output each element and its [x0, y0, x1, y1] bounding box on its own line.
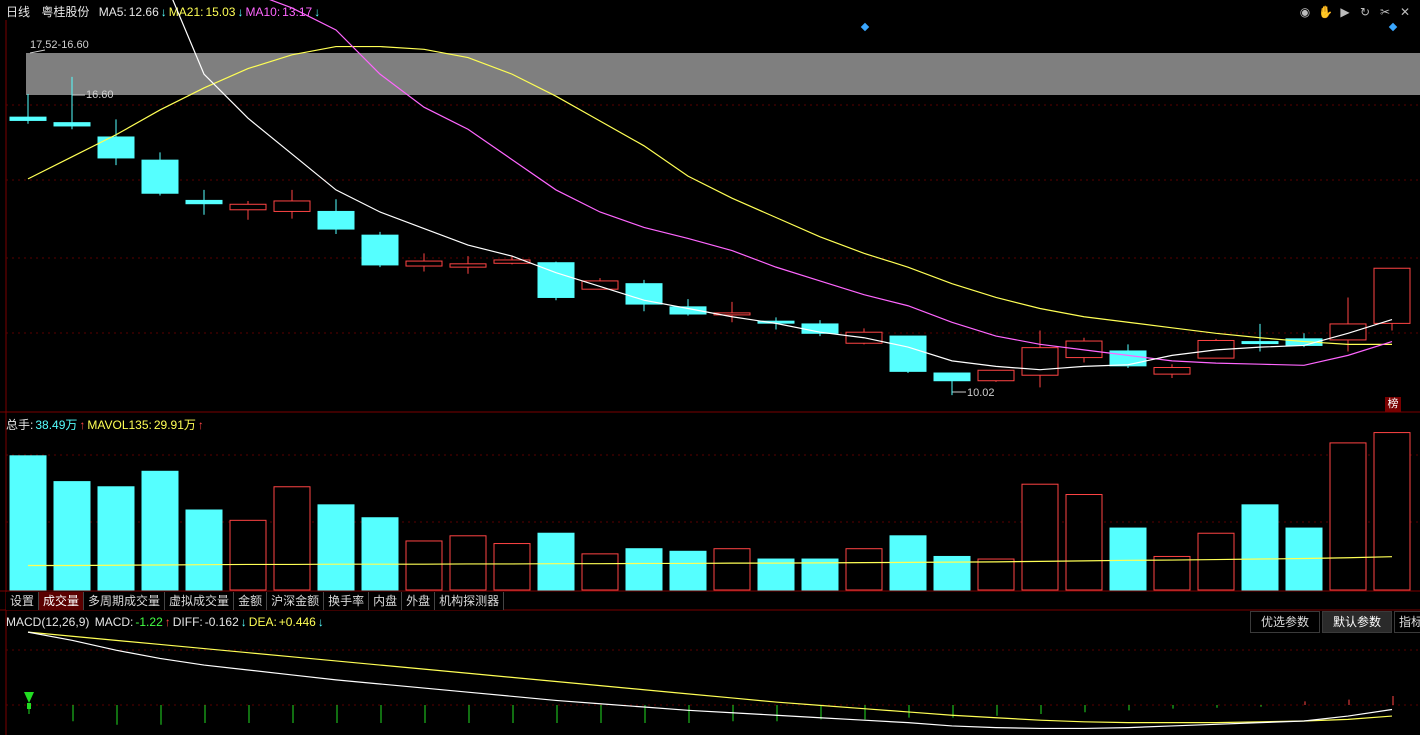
- candle-body: [317, 210, 355, 230]
- volume-bar: [1021, 483, 1059, 591]
- mavol-value: 29.91万: [153, 418, 196, 432]
- candle-body: [273, 200, 311, 212]
- volume-bar: [1241, 504, 1279, 591]
- dif-line: [27, 631, 1393, 730]
- volume-bar: [1065, 494, 1103, 591]
- volume-bar: [537, 532, 575, 591]
- candle-body: [1021, 347, 1059, 376]
- tab-3[interactable]: 虚拟成交量: [165, 592, 235, 610]
- candle-body: [933, 372, 971, 382]
- tab-4[interactable]: 金额: [234, 592, 268, 610]
- candle-body: [1153, 367, 1191, 375]
- high-price-label: 16.60: [86, 89, 114, 101]
- diff-value: -0.162: [204, 615, 239, 629]
- candle-body: [449, 263, 487, 268]
- volume-bar: [449, 535, 487, 591]
- tab-2[interactable]: 多周期成交量: [84, 592, 166, 610]
- candle-body: [53, 122, 91, 127]
- tab-5[interactable]: 沪深金额: [267, 592, 325, 610]
- down-arrow-icon: ↓: [317, 615, 324, 629]
- candle-body: [405, 260, 443, 267]
- signal-arrow-stem: [27, 703, 31, 709]
- mavol-label: MAVOL135:: [87, 418, 152, 432]
- range-label: 17.52-16.60: [30, 39, 89, 51]
- tab-1[interactable]: 成交量: [39, 592, 85, 610]
- volume-bar: [361, 517, 399, 591]
- candle-body: [977, 369, 1015, 382]
- low-price-label: 10.02: [967, 387, 995, 399]
- diamond-marker: [860, 22, 870, 32]
- volume-header: 总手: 38.49万 ↑ MAVOL135: 29.91万 ↑: [6, 417, 206, 433]
- candle-body: [1241, 341, 1279, 345]
- volume-bar: [141, 470, 179, 591]
- volume-bar: [97, 486, 135, 591]
- volume-bar: [9, 455, 47, 591]
- tab-9[interactable]: 机构探测器: [435, 592, 505, 610]
- optimize-params-button[interactable]: 优选参数: [1250, 611, 1321, 633]
- macd-title[interactable]: MACD(12,26,9): [6, 615, 89, 629]
- volume-bar: [1373, 432, 1411, 591]
- candle-body: [889, 335, 927, 372]
- total-volume-value: 38.49万: [35, 418, 78, 432]
- price-panel: [9, 0, 1420, 396]
- volume-bar: [229, 519, 267, 591]
- macd-label: MACD:: [94, 615, 134, 629]
- volume-bar: [405, 540, 443, 591]
- volume-bar: [801, 558, 839, 591]
- ranking-badge[interactable]: 榜: [1385, 397, 1401, 412]
- volume-bar: [977, 558, 1015, 591]
- volume-bar: [53, 481, 91, 591]
- up-arrow-icon: ↑: [164, 615, 171, 629]
- tab-6[interactable]: 换手率: [324, 592, 370, 610]
- candle-body: [361, 234, 399, 266]
- macd-header: MACD(12,26,9) MACD: -1.22 ↑ DIFF: -0.162 ↓ DEA…: [6, 614, 326, 630]
- candle-body: [141, 159, 179, 194]
- tab-7[interactable]: 内盘: [369, 592, 403, 610]
- tab-0[interactable]: 设置: [6, 592, 40, 610]
- volume-bar: [185, 509, 223, 591]
- signal-arrow-icon: [24, 692, 34, 703]
- total-volume-label: 总手:: [6, 418, 34, 432]
- macd-panel: [24, 631, 1394, 730]
- volume-bar: [1153, 555, 1191, 591]
- volume-bar: [1109, 527, 1147, 591]
- candle-body: [1329, 323, 1367, 341]
- volume-bar: [581, 553, 619, 591]
- indicator-button[interactable]: 指标: [1394, 611, 1420, 633]
- volume-bar: [273, 486, 311, 591]
- volume-bar: [493, 543, 531, 591]
- diamond-marker: [1388, 22, 1398, 32]
- volume-bar: [1329, 442, 1367, 591]
- candle-body: [9, 116, 47, 121]
- dea-label: DEA:: [248, 615, 277, 629]
- volume-bar: [845, 548, 883, 591]
- indicator-tabs: 设置 成交量 多周期成交量 虚拟成交量 金额 沪深金额 换手率 内盘 外盘 机构探测器: [6, 592, 505, 610]
- candle-body: [185, 199, 223, 205]
- diff-label: DIFF:: [172, 615, 203, 629]
- down-arrow-icon: ↓: [240, 615, 247, 629]
- default-params-button[interactable]: 默认参数: [1322, 611, 1393, 633]
- volume-panel: [9, 432, 1411, 591]
- candle-body: [97, 136, 135, 159]
- up-arrow-icon: ↑: [197, 418, 204, 432]
- volume-bar: [669, 550, 707, 591]
- candle-body: [229, 203, 267, 211]
- volume-bar: [317, 504, 355, 591]
- dea-line: [27, 631, 1393, 724]
- volume-bar: [625, 548, 663, 591]
- dea-value: +0.446: [278, 615, 316, 629]
- up-arrow-icon: ↑: [79, 418, 86, 432]
- volume-bar: [1197, 532, 1235, 591]
- volume-bar: [713, 548, 751, 591]
- tab-8[interactable]: 外盘: [402, 592, 436, 610]
- candle-body: [625, 283, 663, 305]
- candle-body: [1373, 267, 1411, 324]
- macd-value: -1.22: [135, 615, 163, 629]
